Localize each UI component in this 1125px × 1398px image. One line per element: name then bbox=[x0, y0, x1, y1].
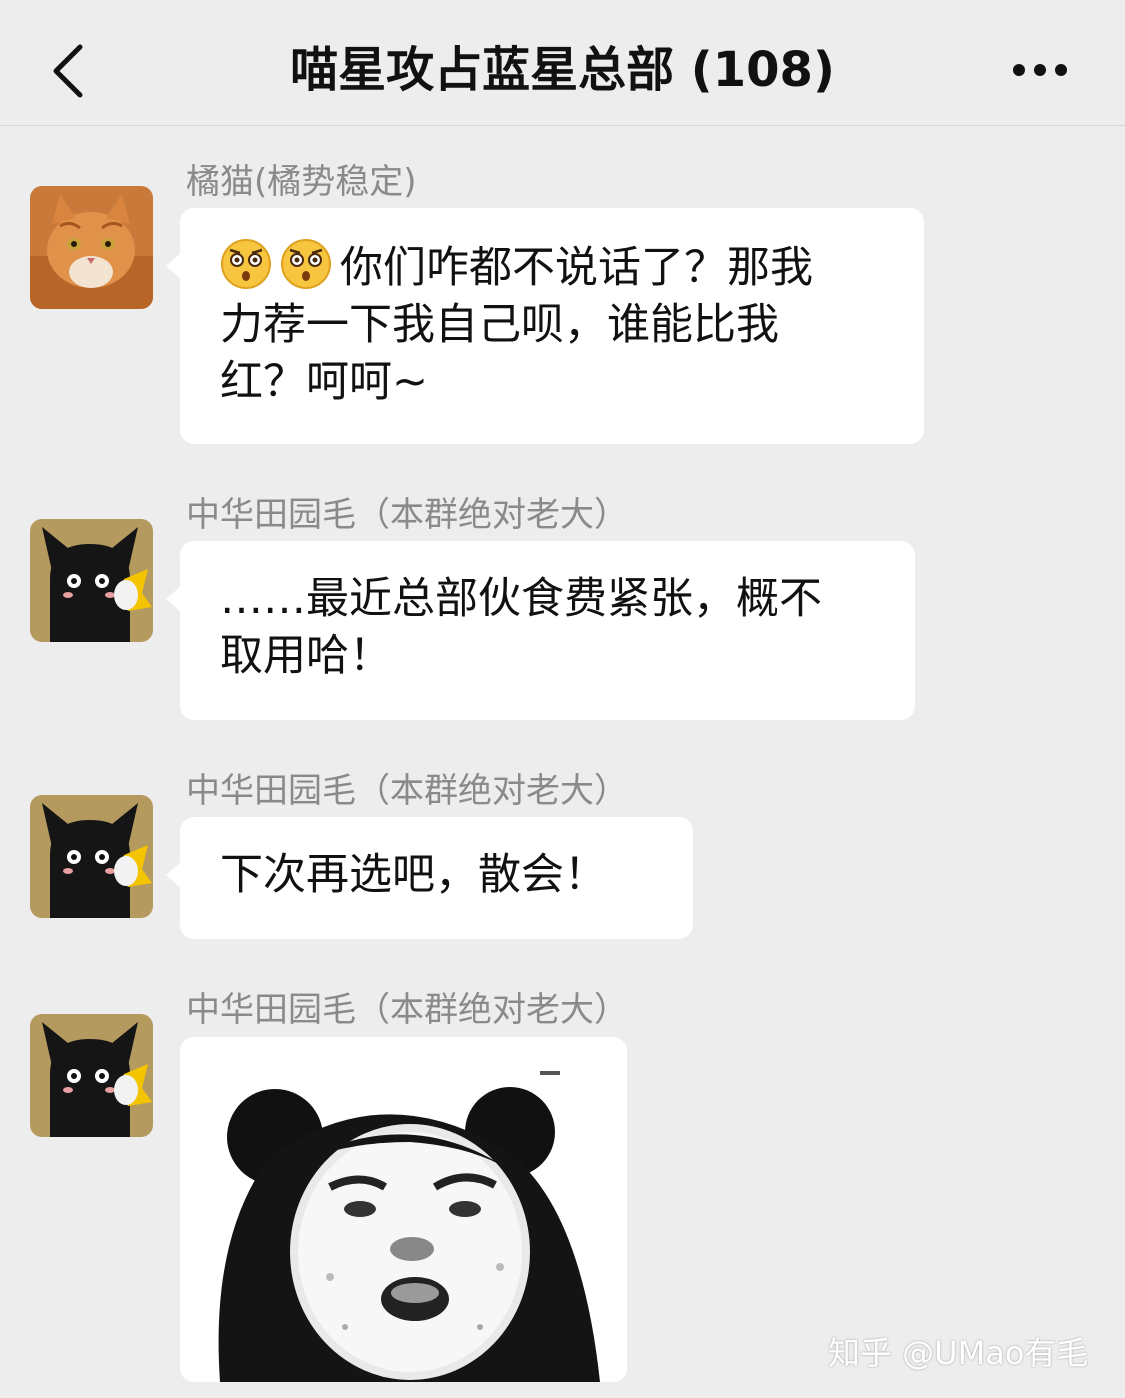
orange-cat-avatar[interactable] bbox=[30, 186, 153, 309]
message-bubble[interactable]: 下次再选吧，散会！ bbox=[166, 817, 693, 939]
chat-header: 喵星攻占蓝星总部 (108) bbox=[0, 0, 1125, 126]
panda-meme-sticker[interactable] bbox=[180, 1037, 627, 1382]
sender-name: 中华田园毛（本群绝对老大） bbox=[186, 771, 628, 811]
more-dots-icon bbox=[1013, 64, 1067, 76]
sender-name: 橘猫(橘势稳定) bbox=[186, 162, 417, 202]
message-bubble[interactable]: 你们咋都不说话了？那我 力荐一下我自己呗，谁能比我 红？呵呵~ bbox=[166, 208, 924, 444]
message-bubble[interactable]: ……最近总部伙食费紧张，概不 取用哈！ bbox=[166, 541, 915, 720]
message-text: ……最近总部伙食费紧张，概不 bbox=[220, 574, 822, 624]
chat-screen: 喵星攻占蓝星总部 (108) 橘猫(橘势稳定) 你们咋都不说话了？那我 力荐一下… bbox=[0, 0, 1125, 1398]
sender-name: 中华田园毛（本群绝对老大） bbox=[186, 990, 628, 1030]
watermark: 知乎 @UMao有毛 bbox=[828, 1334, 1089, 1372]
back-button[interactable] bbox=[40, 35, 100, 105]
black-cat-avatar[interactable] bbox=[30, 795, 153, 918]
chat-title: 喵星攻占蓝星总部 (108) bbox=[290, 42, 835, 98]
message-text: 力荐一下我自己呗，谁能比我 bbox=[220, 300, 779, 350]
shocked-face-emoji bbox=[280, 238, 332, 290]
more-options-button[interactable] bbox=[1005, 52, 1075, 88]
black-cat-avatar[interactable] bbox=[30, 1014, 153, 1137]
message-text: 红？呵呵~ bbox=[220, 357, 429, 407]
shocked-face-emoji bbox=[220, 238, 272, 290]
message-text: 取用哈！ bbox=[220, 631, 392, 681]
message-text: 你们咋都不说话了？那我 bbox=[340, 243, 813, 293]
black-cat-avatar[interactable] bbox=[30, 519, 153, 642]
chevron-left-icon bbox=[53, 44, 83, 98]
sender-name: 中华田园毛（本群绝对老大） bbox=[186, 495, 628, 535]
message-text: 下次再选吧，散会！ bbox=[220, 850, 607, 900]
